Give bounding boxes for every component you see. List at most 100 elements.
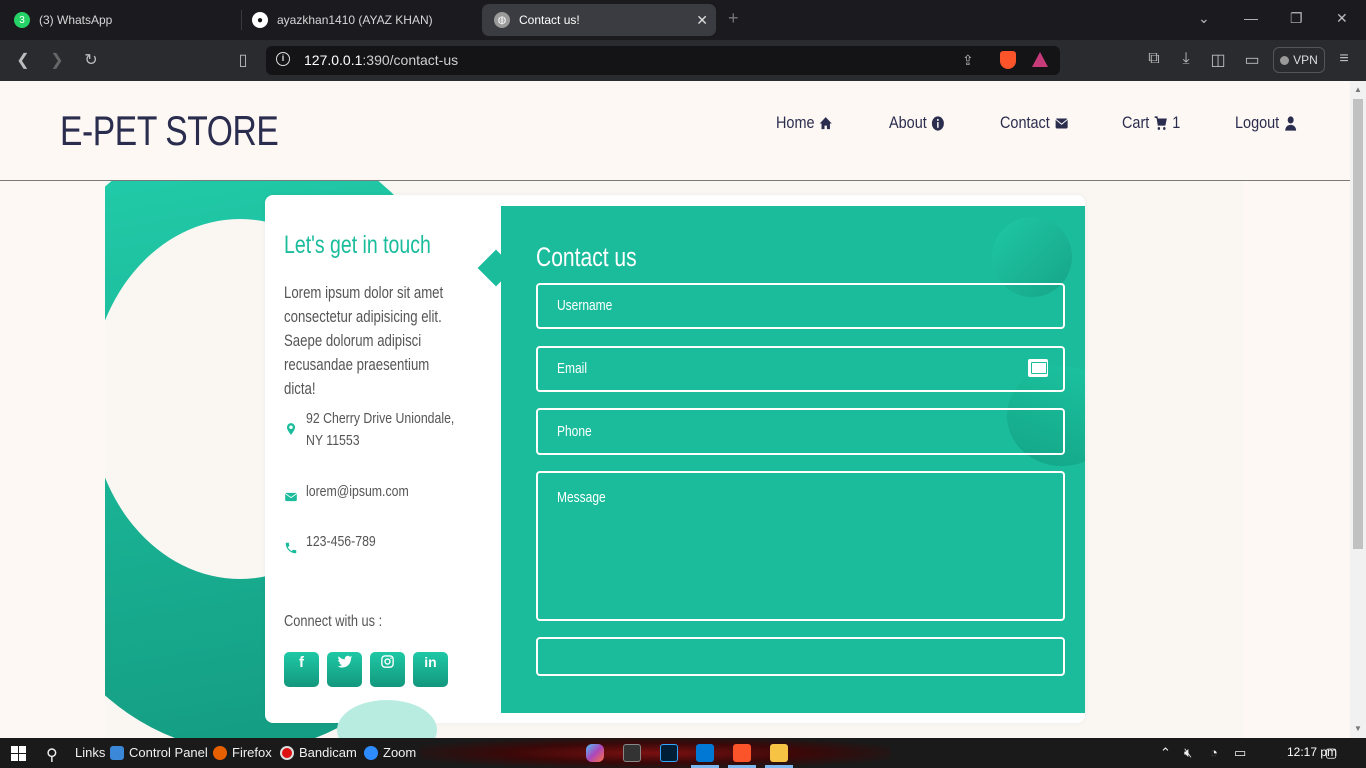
nav-about-label: About: [889, 113, 927, 132]
home-icon: [820, 116, 833, 129]
envelope-icon: [1054, 118, 1068, 128]
vpn-status-icon: [1280, 55, 1290, 65]
tab-contact-us[interactable]: ◍ Contact us! ✕: [482, 4, 716, 36]
windows-start-icon[interactable]: [11, 746, 26, 761]
file-explorer-icon[interactable]: [770, 744, 788, 762]
new-tab-button[interactable]: +: [728, 8, 739, 29]
os-taskbar: ⚲ Links Control Panel Firefox Bandicam Z…: [0, 738, 1366, 768]
browser-tab-bar: 3 (3) WhatsApp ● ayazkhan1410 (AYAZ KHAN…: [0, 0, 1366, 40]
nav-cart[interactable]: Cart 1: [1122, 113, 1180, 133]
scroll-down-icon[interactable]: ▼: [1354, 724, 1362, 733]
nav-about[interactable]: About: [889, 113, 945, 133]
globe-icon: ◍: [494, 12, 510, 28]
brave-rewards-icon[interactable]: [1032, 52, 1048, 67]
email-autofill-icon[interactable]: [1028, 359, 1048, 377]
address-bar[interactable]: i 127.0.0.1:390/contact-us ⇪: [266, 46, 1060, 75]
sidebar-icon[interactable]: ◫: [1208, 50, 1228, 70]
taskbar-bandicam[interactable]: Bandicam: [280, 745, 357, 760]
tray-overflow-icon[interactable]: ⌃: [1160, 745, 1171, 761]
tab-github[interactable]: ● ayazkhan1410 (AYAZ KHAN): [240, 4, 478, 36]
email-input[interactable]: Email: [536, 346, 1065, 392]
menu-icon[interactable]: ≡: [1334, 50, 1354, 68]
nav-contact-label: Contact: [1000, 113, 1050, 132]
nav-logout-label: Logout: [1235, 113, 1280, 132]
contact-email: lorem@ipsum.com: [306, 483, 409, 500]
envelope-icon: [284, 492, 298, 502]
vscode-icon[interactable]: [696, 744, 714, 762]
vpn-label: VPN: [1293, 53, 1318, 67]
user-icon: [1285, 115, 1297, 131]
forward-icon[interactable]: ❯: [47, 50, 67, 70]
battery-icon[interactable]: ▭: [1234, 745, 1246, 761]
site-navbar: E-PET STORE Home About Contact Cart 1 Lo…: [0, 81, 1350, 181]
wifi-icon[interactable]: ◔: [1210, 745, 1218, 760]
page-scrollbar[interactable]: ▲ ▼: [1350, 81, 1366, 738]
capcut-icon[interactable]: [623, 744, 641, 762]
message-placeholder: Message: [557, 489, 606, 506]
tab-label: Contact us!: [519, 13, 580, 27]
share-icon[interactable]: ⇪: [962, 52, 974, 69]
linkedin-icon[interactable]: in: [413, 652, 448, 687]
contact-info-title: Let's get in touch: [284, 231, 431, 259]
tab-list-icon[interactable]: ⌄: [1198, 10, 1210, 27]
control-panel-label: Control Panel: [129, 745, 208, 760]
bandicam-label: Bandicam: [299, 745, 357, 760]
facebook-icon[interactable]: f: [284, 652, 319, 687]
username-input[interactable]: Username: [536, 283, 1065, 329]
extensions-icon[interactable]: ⧉: [1144, 50, 1164, 68]
search-icon[interactable]: ⚲: [46, 745, 58, 765]
username-placeholder: Username: [557, 297, 613, 314]
nav-home[interactable]: Home: [776, 113, 833, 133]
address-line-2: NY 11553: [306, 432, 360, 449]
address-row: 92 Cherry Drive Uniondale, NY 11553: [284, 408, 487, 452]
wallet-icon[interactable]: ▭: [1242, 50, 1262, 70]
control-panel-icon: [110, 745, 124, 760]
nav-contact[interactable]: Contact: [1000, 113, 1069, 133]
address-line-1: 92 Cherry Drive Uniondale,: [306, 410, 455, 427]
download-icon[interactable]: ⤓: [1176, 50, 1196, 68]
form-title: Contact us: [536, 242, 637, 272]
contact-card: Let's get in touch Lorem ipsum dolor sit…: [265, 195, 1085, 760]
minimize-icon[interactable]: —: [1244, 10, 1258, 26]
firefox-icon: [213, 745, 227, 760]
email-placeholder: Email: [557, 360, 588, 377]
scrollbar-thumb[interactable]: [1353, 99, 1363, 549]
cart-count: 1: [1172, 113, 1181, 132]
zoom-icon: [364, 745, 378, 760]
links-label: Links: [75, 745, 106, 760]
copilot-icon[interactable]: [586, 744, 604, 762]
phone-icon: [285, 542, 297, 554]
vpn-button[interactable]: VPN: [1273, 47, 1325, 73]
phone-input[interactable]: Phone: [536, 408, 1065, 455]
brand-logo[interactable]: E-PET STORE: [60, 107, 279, 155]
taskbar-firefox[interactable]: Firefox: [213, 745, 272, 760]
whatsapp-icon: 3: [14, 12, 30, 28]
notifications-icon[interactable]: ▢: [1325, 745, 1337, 761]
reload-icon[interactable]: ↻: [81, 50, 101, 70]
connect-label: Connect with us :: [284, 613, 383, 630]
nav-logout[interactable]: Logout: [1235, 113, 1298, 133]
brave-shields-icon[interactable]: [1000, 51, 1016, 69]
firefox-label: Firefox: [232, 745, 272, 760]
taskbar-zoom[interactable]: Zoom: [364, 745, 416, 760]
site-info-icon[interactable]: i: [276, 52, 290, 66]
taskbar-control-panel[interactable]: Control Panel: [110, 745, 208, 760]
photoshop-icon[interactable]: [660, 744, 678, 762]
bookmark-icon[interactable]: ▯: [233, 50, 253, 70]
brave-icon[interactable]: [733, 744, 751, 762]
github-icon: ●: [252, 12, 268, 28]
back-icon[interactable]: ❮: [13, 50, 33, 70]
url-text[interactable]: 127.0.0.1:390/contact-us: [304, 52, 458, 68]
close-tab-icon[interactable]: ✕: [696, 12, 708, 29]
volume-muted-icon[interactable]: 🔇︎: [1184, 745, 1192, 761]
tab-whatsapp[interactable]: 3 (3) WhatsApp: [2, 4, 238, 36]
window-close-icon[interactable]: ✕: [1336, 10, 1348, 27]
twitter-icon[interactable]: [327, 652, 362, 687]
message-textarea[interactable]: Message: [536, 471, 1065, 621]
instagram-icon[interactable]: [370, 652, 405, 687]
restore-icon[interactable]: ❐: [1290, 10, 1303, 27]
taskbar-links[interactable]: Links: [75, 745, 105, 760]
cart-icon: [1154, 115, 1167, 130]
submit-button[interactable]: [536, 637, 1065, 676]
scroll-up-icon[interactable]: ▲: [1354, 85, 1362, 94]
